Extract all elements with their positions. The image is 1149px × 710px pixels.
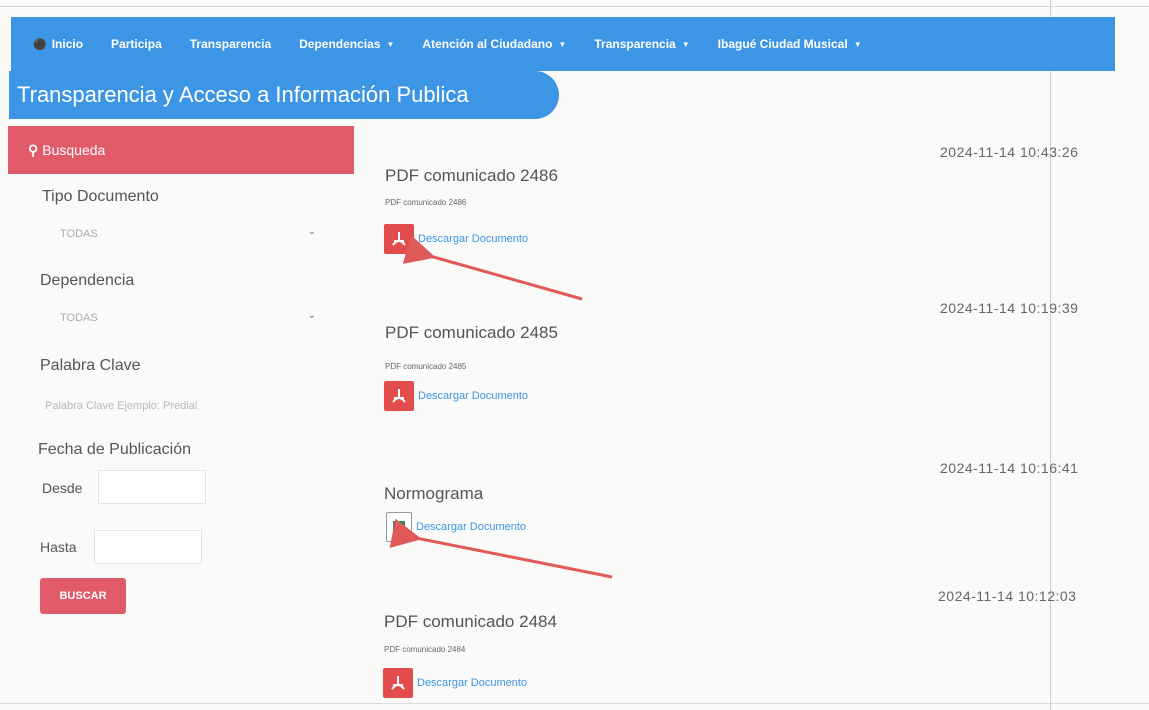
doc-subtitle: PDF comunicado 2485 (385, 362, 467, 371)
doc-title: Normograma (384, 484, 484, 503)
dependencia-value: TODAS (60, 312, 98, 324)
tipo-documento-select[interactable]: TODAS ⌄ (46, 222, 316, 246)
download-link[interactable]: Descargar Documento (384, 224, 528, 254)
search-header-label: Busqueda (42, 142, 106, 158)
doc-date: 2024-11-14 10:12:03 (938, 588, 1077, 604)
caret-down-icon: ▼ (681, 39, 690, 49)
caret-down-icon: ▼ (558, 39, 567, 49)
dependencia-label: Dependencia (40, 272, 135, 289)
arrow-annotation (389, 518, 613, 579)
doc-title: PDF comunicado 2486 (385, 166, 558, 185)
nav-item-label: Transparencia (594, 37, 676, 51)
scan-edge-top (0, 6, 1149, 7)
fecha-publicacion-label: Fecha de Publicación (38, 441, 191, 458)
doc-title: PDF comunicado 2484 (384, 612, 557, 631)
palabra-clave-input[interactable] (33, 394, 313, 418)
nav-item-inicio[interactable]: ⚫ Inicio (33, 37, 83, 51)
chevron-down-icon: ⌄ (307, 226, 316, 237)
tipo-documento-value: TODAS (60, 228, 98, 240)
nav-item-label: Transparencia (189, 37, 272, 51)
nav-item-label: Ibagué Ciudad Musical (717, 37, 848, 51)
doc-date: 2024-11-14 10:16:41 (940, 460, 1079, 476)
download-link-label: Descargar Documento (417, 677, 528, 689)
pdf-icon (384, 381, 414, 411)
doc-title: PDF comunicado 2485 (385, 323, 558, 342)
nav-item-label: Atención al Ciudadano (422, 37, 553, 51)
nav-item-label: Dependencias (299, 37, 381, 51)
desde-label: Desde (42, 480, 83, 496)
nav-item-transparencia[interactable]: Transparencia (190, 37, 271, 51)
doc-date: 2024-11-14 10:43:26 (940, 144, 1079, 160)
hasta-label: Hasta (40, 539, 77, 555)
scan-edge-bottom (0, 703, 1149, 704)
pdf-icon (384, 224, 414, 254)
dependencia-select[interactable]: TODAS ⌄ (46, 306, 316, 330)
buscar-button[interactable]: BUSCAR (40, 578, 126, 614)
nav-item-ibague-musical[interactable]: Ibagué Ciudad Musical ▼ (718, 37, 862, 51)
chevron-down-icon: ⌄ (307, 310, 316, 321)
download-link[interactable]: Descargar Documento (386, 512, 526, 542)
excel-icon (386, 512, 412, 542)
doc-date: 2024-11-14 10:19:39 (940, 300, 1079, 316)
page-title: Transparencia y Acceso a Información Pub… (9, 71, 559, 119)
nav-item-transparencia-menu[interactable]: Transparencia ▼ (594, 37, 689, 51)
download-link[interactable]: Descargar Documento (383, 668, 527, 698)
download-link[interactable]: Descargar Documento (384, 381, 528, 411)
download-link-label: Descargar Documento (416, 521, 527, 533)
pdf-icon (383, 668, 413, 698)
caret-down-icon: ▼ (853, 39, 862, 49)
home-icon: ⚫ (33, 38, 47, 51)
doc-subtitle: PDF comunicado 2486 (385, 198, 467, 207)
nav-item-participa[interactable]: Participa (111, 37, 162, 51)
palabra-clave-label: Palabra Clave (40, 357, 141, 374)
nav-item-dependencias[interactable]: Dependencias ▼ (299, 37, 394, 51)
hasta-date-input[interactable] (94, 530, 202, 564)
top-navbar: ⚫ Inicio Participa Transparencia Depende… (11, 17, 1115, 71)
nav-item-label: Inicio (51, 37, 84, 51)
nav-item-label: Participa (111, 37, 162, 51)
tipo-documento-label: Tipo Documento (42, 188, 159, 205)
desde-date-input[interactable] (98, 470, 206, 504)
doc-subtitle: PDF comunicado 2484 (384, 645, 466, 654)
search-icon: ⚲ (28, 141, 39, 158)
nav-item-atencion-ciudadano[interactable]: Atención al Ciudadano ▼ (422, 37, 566, 51)
search-panel-header: ⚲ Busqueda (8, 126, 354, 174)
caret-down-icon: ▼ (386, 39, 395, 49)
download-link-label: Descargar Documento (418, 390, 529, 402)
download-link-label: Descargar Documento (418, 233, 529, 245)
arrow-annotation (402, 235, 583, 301)
